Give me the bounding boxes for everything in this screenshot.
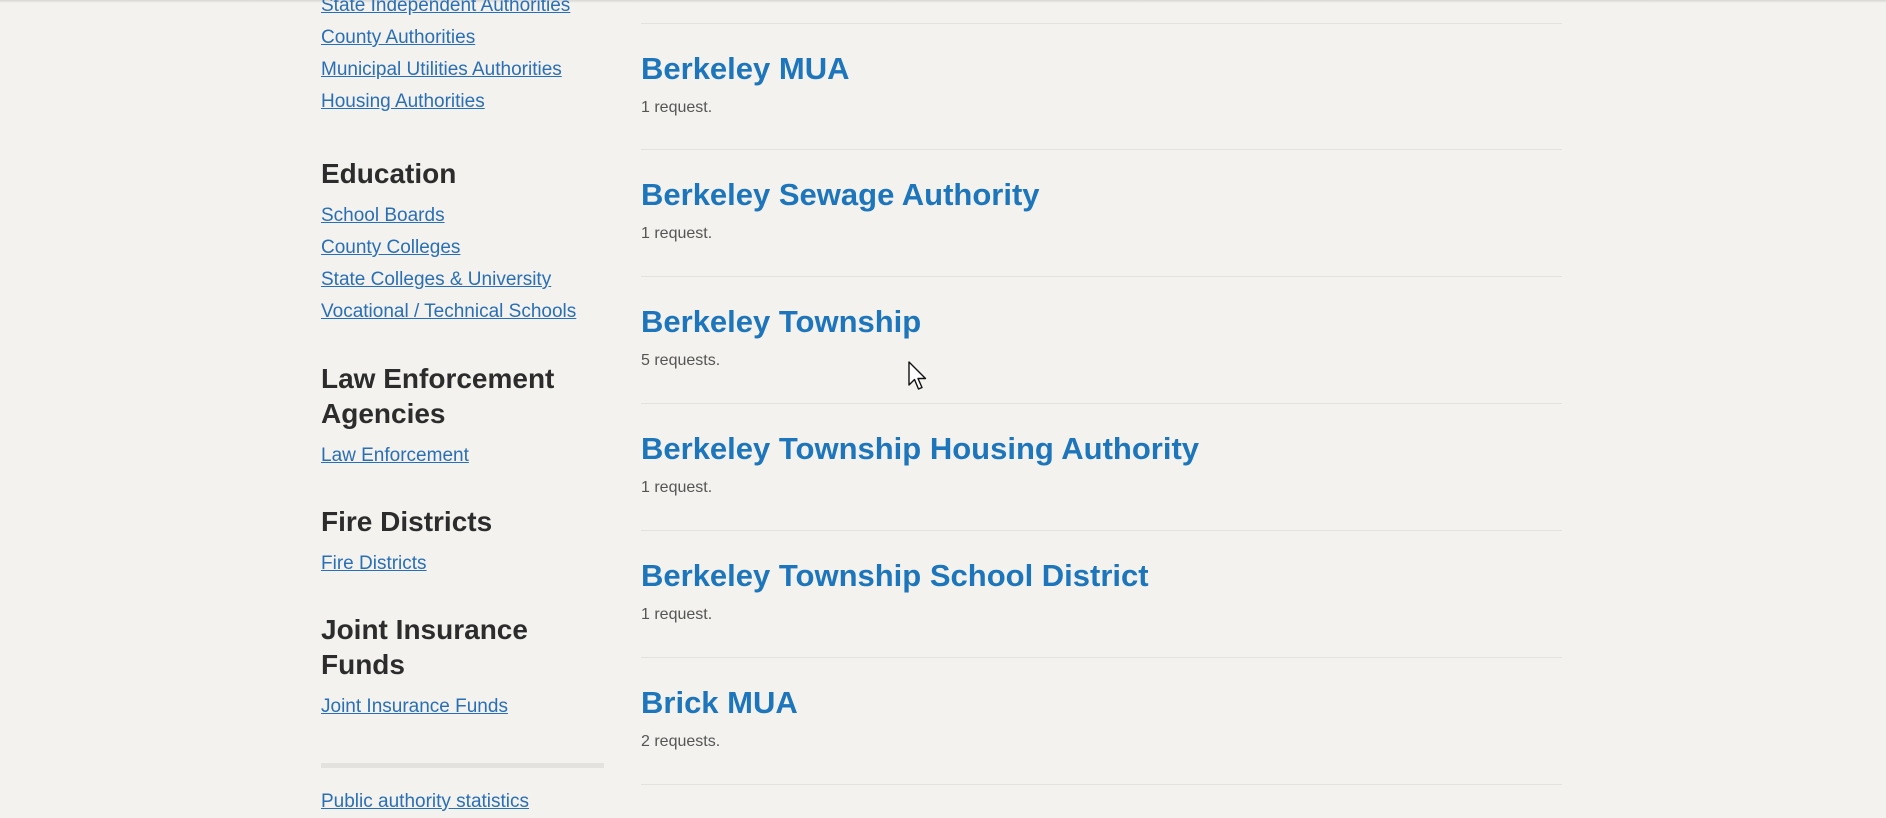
authority-link[interactable]: Brick MUA — [641, 684, 798, 722]
request-count: 2 requests. — [641, 733, 721, 750]
joint-insurance-funds-section: Joint Insurance Funds Joint Insurance Fu… — [321, 612, 604, 723]
law-enforcement-heading: Law Enforcement Agencies — [321, 363, 555, 429]
list-item: Berkeley Township 5 requests. — [641, 277, 1562, 404]
authority-links: State Independent Authorities County Aut… — [321, 0, 604, 118]
request-count: 1 request. — [641, 99, 713, 116]
joint-insurance-funds-heading: Joint Insurance Funds — [321, 614, 528, 680]
fire-districts-heading: Fire Districts — [321, 506, 493, 537]
sidebar: State Independent Authorities County Aut… — [321, 0, 604, 818]
list-item: Brick MUA 2 requests. — [641, 658, 1562, 785]
top-shadow — [0, 0, 1886, 3]
link-state-independent-authorities[interactable]: State Independent Authorities — [321, 0, 604, 22]
request-count: 1 request. — [641, 225, 713, 242]
authority-link[interactable]: Berkeley Sewage Authority — [641, 176, 1040, 214]
link-housing-authorities[interactable]: Housing Authorities — [321, 86, 604, 118]
list-item: Berkeley Township Housing Authority 1 re… — [641, 404, 1562, 531]
list-item: Berkeley Township School District 1 requ… — [641, 531, 1562, 658]
link-law-enforcement[interactable]: Law Enforcement — [321, 440, 604, 472]
link-public-authority-statistics[interactable]: Public authority statistics — [321, 786, 604, 818]
link-municipal-utilities-authorities[interactable]: Municipal Utilities Authorities — [321, 54, 604, 86]
link-joint-insurance-funds[interactable]: Joint Insurance Funds — [321, 691, 604, 723]
link-school-boards[interactable]: School Boards — [321, 200, 604, 232]
fire-districts-section: Fire Districts Fire Districts — [321, 504, 604, 580]
link-fire-districts[interactable]: Fire Districts — [321, 548, 604, 580]
education-heading: Education — [321, 158, 457, 189]
authority-link[interactable]: Berkeley Township — [641, 303, 921, 341]
request-count: 5 requests. — [641, 352, 721, 369]
request-count: 1 request. — [641, 606, 713, 623]
list-item: Berkeley Sewage Authority 1 request. — [641, 150, 1562, 277]
request-count: 1 request. — [641, 479, 713, 496]
education-section: Education School Boards County Colleges … — [321, 156, 604, 328]
authority-link[interactable]: Berkeley MUA — [641, 50, 849, 88]
list-item: Berkeley MUA 1 request. — [641, 23, 1562, 150]
authority-link[interactable]: Berkeley Township Housing Authority — [641, 430, 1199, 468]
link-county-colleges[interactable]: County Colleges — [321, 232, 604, 264]
mouse-cursor-icon — [908, 361, 927, 390]
sidebar-divider — [321, 763, 604, 768]
law-enforcement-section: Law Enforcement Agencies Law Enforcement — [321, 361, 604, 472]
authority-list: Berkeley MUA 1 request. Berkeley Sewage … — [641, 23, 1562, 785]
link-state-colleges-university[interactable]: State Colleges & University — [321, 264, 604, 296]
link-county-authorities[interactable]: County Authorities — [321, 22, 604, 54]
authority-link[interactable]: Berkeley Township School District — [641, 557, 1149, 595]
link-vocational-technical-schools[interactable]: Vocational / Technical Schools — [321, 296, 604, 328]
